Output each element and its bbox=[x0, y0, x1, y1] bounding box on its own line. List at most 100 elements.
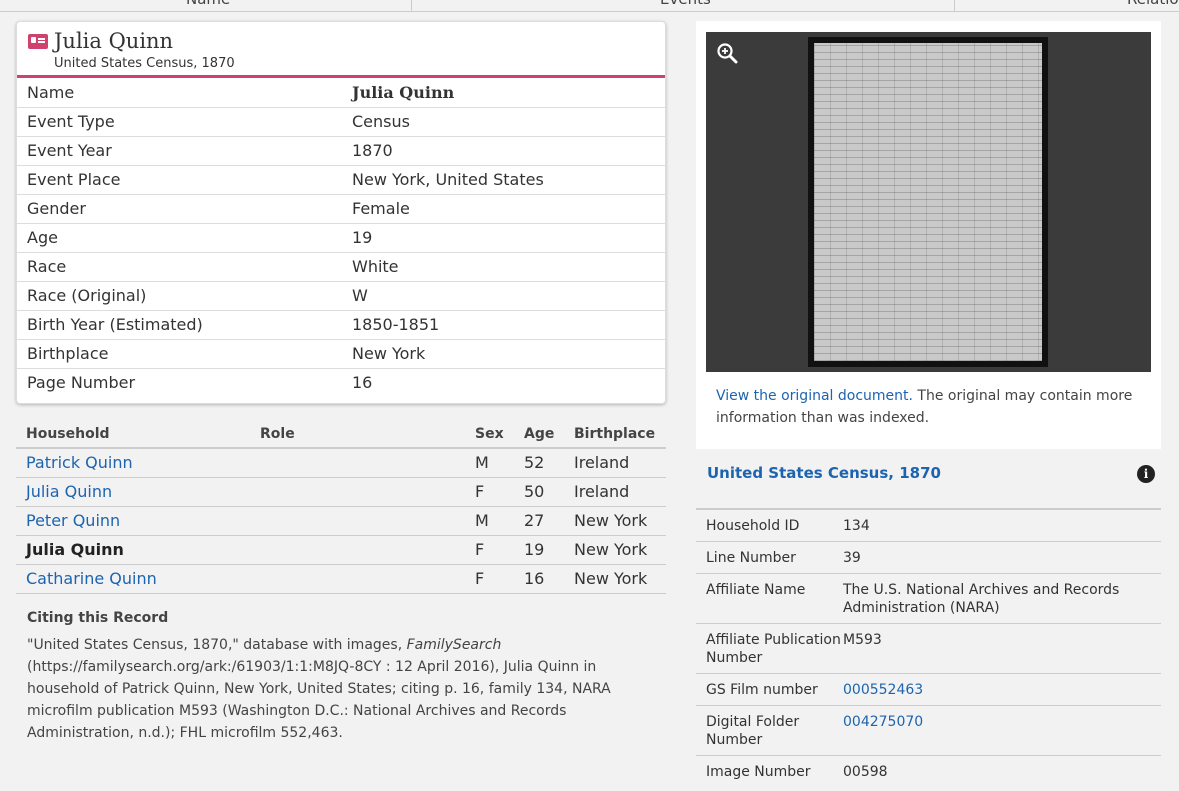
fact-label: Event Year bbox=[17, 136, 352, 166]
source-row: Affiliate Publication Number M593 bbox=[696, 623, 1161, 674]
source-info-table: Household ID 134 Line Number 39 Affiliate … bbox=[696, 508, 1161, 787]
source-row: Image Number 00598 bbox=[696, 755, 1161, 787]
member-role bbox=[250, 535, 465, 565]
household-member-link[interactable]: Catharine Quinn bbox=[26, 569, 157, 588]
col-sex: Sex bbox=[465, 420, 514, 449]
fact-label: Age bbox=[17, 223, 352, 253]
member-role bbox=[250, 506, 465, 536]
document-note: View the original document. The original… bbox=[716, 385, 1146, 429]
tab-name[interactable]: Name bbox=[186, 0, 230, 8]
household-table: Household Role Sex Age Birthplace Patric… bbox=[16, 420, 666, 594]
member-age: 52 bbox=[514, 448, 564, 478]
fact-label: Race (Original) bbox=[17, 281, 352, 311]
member-sex: M bbox=[465, 506, 514, 536]
household-member-current: Julia Quinn bbox=[16, 535, 250, 565]
fact-label: Birthplace bbox=[17, 339, 352, 369]
household-row-current: Julia Quinn F 19 New York bbox=[16, 535, 666, 565]
fact-value: Census bbox=[352, 107, 665, 137]
fact-row: Page Number 16 bbox=[17, 368, 665, 397]
fact-value: New York bbox=[352, 339, 665, 369]
fact-label: Race bbox=[17, 252, 352, 282]
census-page-image bbox=[808, 37, 1048, 367]
fact-row: Gender Female bbox=[17, 194, 665, 224]
tab-divider bbox=[411, 0, 412, 11]
household-row: Catharine Quinn F 16 New York bbox=[16, 564, 666, 594]
top-tab-strip: Name Events Relation bbox=[0, 0, 1179, 12]
fact-value: 1870 bbox=[352, 136, 665, 166]
tab-relation[interactable]: Relation bbox=[1127, 0, 1179, 8]
citation-part: (https://familysearch.org/ark:/61903/1:1… bbox=[27, 659, 611, 741]
record-card: Julia Quinn United States Census, 1870 N… bbox=[16, 21, 666, 404]
gs-film-number-link[interactable]: 000552463 bbox=[843, 682, 923, 698]
fact-row: Event Place New York, United States bbox=[17, 165, 665, 195]
household-member-link[interactable]: Patrick Quinn bbox=[26, 453, 133, 472]
source-value: 39 bbox=[843, 541, 1161, 574]
fact-row: Event Type Census bbox=[17, 107, 665, 137]
tab-divider bbox=[954, 0, 955, 11]
digital-folder-number-link[interactable]: 004275070 bbox=[843, 714, 923, 730]
document-thumbnail[interactable] bbox=[706, 32, 1151, 372]
record-title: Julia Quinn bbox=[54, 29, 174, 53]
citation-section: Citing this Record "United States Census… bbox=[27, 610, 637, 744]
fact-label: Event Place bbox=[17, 165, 352, 195]
fact-value: Julia Quinn bbox=[352, 78, 665, 108]
document-panel: View the original document. The original… bbox=[696, 21, 1161, 449]
member-birthplace: Ireland bbox=[564, 477, 666, 507]
source-label: Line Number bbox=[696, 541, 843, 574]
citation-heading: Citing this Record bbox=[27, 610, 169, 626]
source-value: M593 bbox=[843, 623, 1161, 674]
record-header: Julia Quinn United States Census, 1870 bbox=[17, 22, 665, 78]
source-row: Household ID 134 bbox=[696, 508, 1161, 542]
source-collection-link[interactable]: United States Census, 1870 bbox=[707, 464, 941, 482]
member-sex: F bbox=[465, 477, 514, 507]
source-label: Digital Folder Number bbox=[696, 705, 843, 756]
member-age: 19 bbox=[514, 535, 564, 565]
tab-events[interactable]: Events bbox=[660, 0, 711, 8]
source-value: 00598 bbox=[843, 755, 1161, 787]
fact-label: Event Type bbox=[17, 107, 352, 137]
household-member-link[interactable]: Peter Quinn bbox=[26, 511, 120, 530]
member-birthplace: New York bbox=[564, 535, 666, 565]
fact-label: Birth Year (Estimated) bbox=[17, 310, 352, 340]
fact-value: W bbox=[352, 281, 665, 311]
source-row: GS Film number 000552463 bbox=[696, 673, 1161, 706]
source-row: Line Number 39 bbox=[696, 541, 1161, 574]
fact-value: 16 bbox=[352, 373, 373, 393]
fact-value: 19 bbox=[352, 223, 665, 253]
info-icon[interactable]: i bbox=[1137, 465, 1155, 483]
source-label: GS Film number bbox=[696, 673, 843, 706]
fact-label: Page Number bbox=[27, 373, 136, 393]
member-age: 27 bbox=[514, 506, 564, 536]
member-age: 16 bbox=[514, 564, 564, 594]
source-value: 134 bbox=[843, 508, 1161, 542]
record-facts-table: Name Julia Quinn Event Type Census Event Y… bbox=[17, 78, 665, 397]
zoom-in-icon[interactable] bbox=[716, 42, 738, 64]
member-sex: F bbox=[465, 535, 514, 565]
view-original-link[interactable]: View the original document. bbox=[716, 388, 913, 404]
col-birthplace: Birthplace bbox=[564, 420, 666, 449]
fact-row: Birthplace New York bbox=[17, 339, 665, 369]
source-row: Affiliate Name The U.S. National Archives… bbox=[696, 573, 1161, 624]
household-row: Patrick Quinn M 52 Ireland bbox=[16, 448, 666, 478]
fact-value: Female bbox=[352, 194, 665, 224]
member-sex: F bbox=[465, 564, 514, 594]
source-row: Digital Folder Number 004275070 bbox=[696, 705, 1161, 756]
household-section: Household Role Sex Age Birthplace Patric… bbox=[16, 420, 666, 594]
fact-row: Birth Year (Estimated) 1850-1851 bbox=[17, 310, 665, 340]
citation-part: "United States Census, 1870," database w… bbox=[27, 637, 407, 653]
fact-row: Name Julia Quinn bbox=[17, 78, 665, 108]
household-member-link[interactable]: Julia Quinn bbox=[26, 482, 112, 501]
col-household: Household bbox=[16, 420, 250, 449]
fact-label: Gender bbox=[17, 194, 352, 224]
col-role: Role bbox=[250, 420, 465, 449]
source-value: The U.S. National Archives and Records A… bbox=[843, 573, 1161, 624]
col-age: Age bbox=[514, 420, 564, 449]
fact-value: White bbox=[352, 252, 665, 282]
fact-row: Race (Original) W bbox=[17, 281, 665, 311]
member-birthplace: New York bbox=[564, 506, 666, 536]
member-sex: M bbox=[465, 448, 514, 478]
person-card-icon bbox=[28, 34, 48, 49]
household-header-row: Household Role Sex Age Birthplace bbox=[16, 420, 666, 449]
member-role bbox=[250, 448, 465, 478]
fact-label: Name bbox=[17, 78, 352, 108]
